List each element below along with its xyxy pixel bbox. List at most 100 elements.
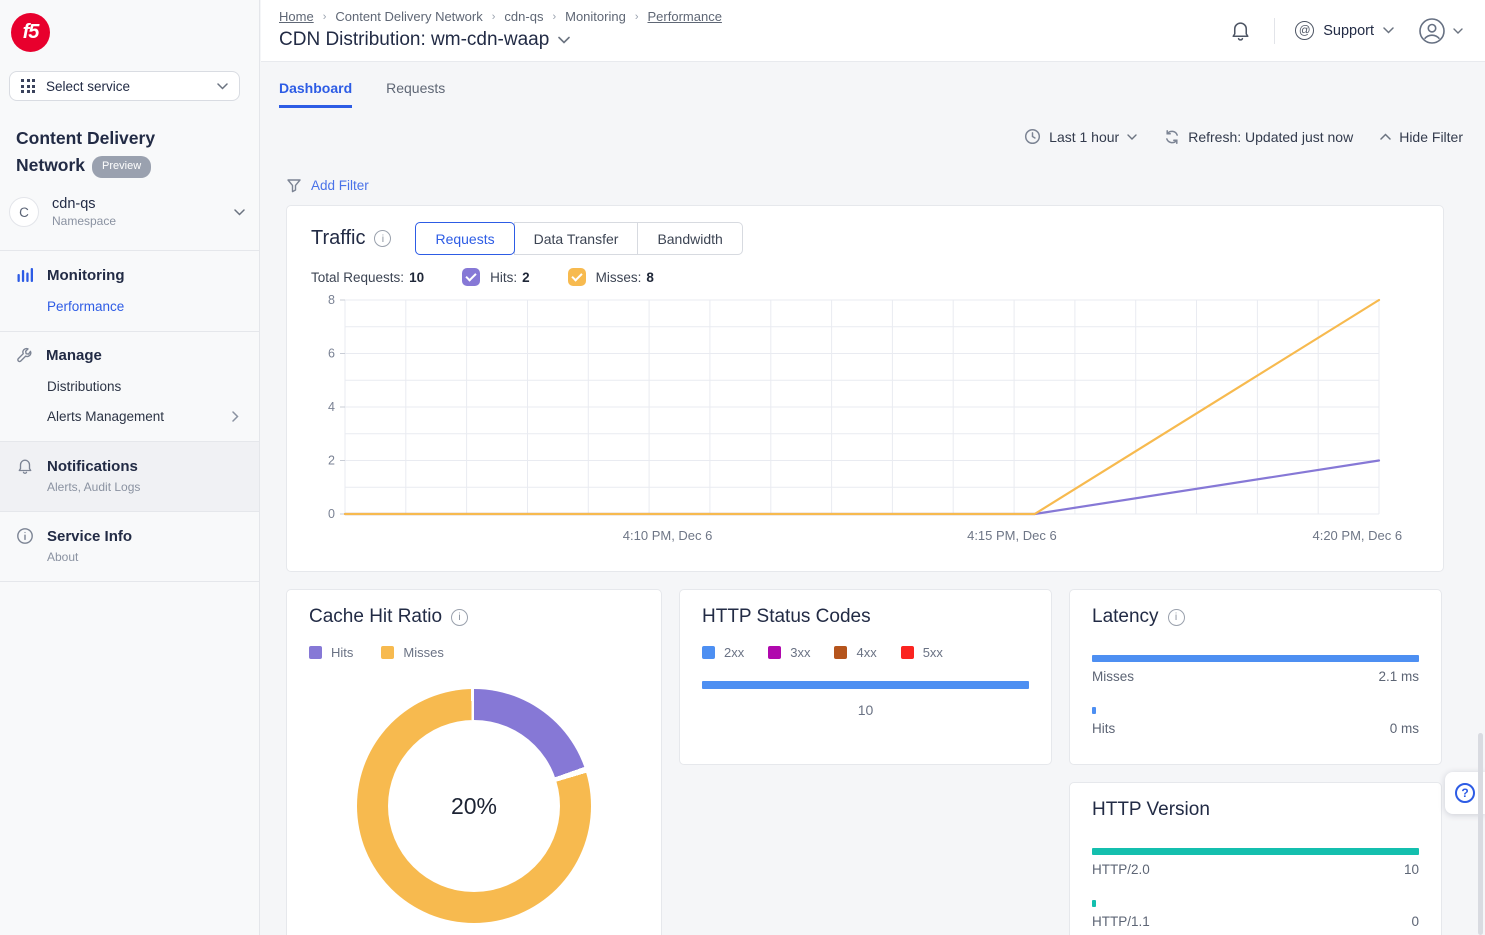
traffic-tab-bandwidth[interactable]: Bandwidth — [637, 222, 742, 255]
question-mark-icon: ? — [1455, 783, 1475, 803]
sidebar-item-distributions[interactable]: Distributions — [47, 379, 243, 394]
cache-hit-ratio-card: Cache Hit Ratio i Hits Misses 20% — [286, 589, 662, 935]
user-menu[interactable] — [1418, 17, 1463, 45]
breadcrumb-namespace[interactable]: cdn-qs — [504, 9, 543, 24]
total-requests-label: Total Requests: — [311, 270, 404, 285]
3xx-swatch — [768, 646, 781, 659]
divider — [0, 581, 259, 582]
page-tabs: Dashboard Requests — [279, 62, 1485, 108]
clock-icon — [1024, 128, 1041, 145]
sidebar-item-performance[interactable]: Performance — [47, 299, 243, 314]
tab-dashboard[interactable]: Dashboard — [279, 80, 352, 108]
wrench-icon — [16, 347, 33, 364]
refresh-button[interactable]: Refresh: Updated just now — [1164, 129, 1353, 145]
http2-label: HTTP/2.0 — [1092, 862, 1150, 877]
avatar-icon — [1418, 17, 1446, 45]
chevron-down-icon — [1453, 28, 1463, 34]
svg-text:6: 6 — [328, 347, 335, 361]
misses-swatch — [381, 646, 394, 659]
topbar-actions: @ Support — [1229, 0, 1463, 61]
5xx-swatch — [901, 646, 914, 659]
http2-row: HTTP/2.0 10 — [1092, 848, 1419, 877]
add-filter-button[interactable]: Add Filter — [286, 178, 406, 193]
sidebar-item-service-info[interactable]: Service Info — [16, 527, 243, 545]
http-status-codes-card: HTTP Status Codes 2xx 3xx 4xx 5xx 10 — [679, 589, 1052, 765]
latency-hits-value: 0 ms — [1390, 721, 1419, 736]
namespace-selector[interactable]: C cdn-qs Namespace — [0, 196, 259, 250]
misses-checkbox[interactable] — [568, 268, 586, 286]
chevron-down-icon — [1383, 27, 1394, 34]
legend-4xx: 4xx — [834, 645, 876, 660]
sidebar-section-service-info: Service Info About — [0, 512, 259, 581]
total-requests-value: 10 — [409, 270, 424, 285]
monitoring-label: Monitoring — [47, 267, 124, 284]
traffic-chart-wrap: 024684:10 PM, Dec 64:15 PM, Dec 64:20 PM… — [311, 292, 1419, 555]
sidebar-section-notifications: Notifications Alerts, Audit Logs — [0, 442, 259, 511]
hits-value: 2 — [522, 270, 530, 285]
f5-logo[interactable]: f5 — [0, 0, 259, 52]
breadcrumb-home[interactable]: Home — [279, 9, 314, 24]
svg-text:4:10 PM, Dec 6: 4:10 PM, Dec 6 — [623, 528, 713, 543]
sidebar: f5 Select service Content Delivery Netwo… — [0, 0, 260, 935]
time-range-dropdown[interactable]: Last 1 hour — [1024, 128, 1137, 145]
sidebar-item-monitoring[interactable]: Monitoring — [16, 266, 243, 284]
legend-5xx: 5xx — [901, 645, 943, 660]
2xx-swatch — [702, 646, 715, 659]
sidebar-item-alerts-management[interactable]: Alerts Management — [47, 409, 243, 424]
support-menu[interactable]: @ Support — [1295, 21, 1394, 40]
traffic-tab-data-transfer[interactable]: Data Transfer — [514, 222, 639, 255]
divider — [1274, 18, 1275, 44]
traffic-tab-requests[interactable]: Requests — [415, 222, 514, 255]
chevron-down-icon — [234, 209, 245, 216]
breadcrumb-cdn[interactable]: Content Delivery Network — [335, 9, 482, 24]
traffic-title: Traffic i — [311, 227, 391, 250]
latency-title: Latency i — [1092, 606, 1419, 628]
select-service-button[interactable]: Select service — [9, 71, 240, 101]
latency-misses-bar — [1092, 655, 1419, 662]
vertical-scrollbar[interactable] — [1478, 733, 1483, 935]
legend-2xx: 2xx — [702, 645, 744, 660]
sidebar-item-notifications[interactable]: Notifications — [16, 457, 243, 475]
hits-checkbox[interactable] — [462, 268, 480, 286]
http-status-codes-title: HTTP Status Codes — [702, 606, 1029, 628]
chevron-down-icon[interactable] — [558, 36, 570, 44]
cache-donut-chart: 20% — [357, 689, 591, 923]
info-icon[interactable]: i — [1168, 609, 1185, 626]
breadcrumb-performance[interactable]: Performance — [648, 9, 722, 24]
info-circle-icon — [16, 527, 34, 545]
bar-chart-icon — [16, 266, 34, 284]
info-icon[interactable]: i — [374, 230, 391, 247]
misses-label: Misses: — [596, 270, 642, 285]
http-version-card: HTTP Version HTTP/2.0 10 HTTP/1.1 0 — [1069, 782, 1442, 935]
http2-value: 10 — [1404, 862, 1419, 877]
preview-badge: Preview — [92, 156, 151, 178]
cache-legend: Hits Misses — [309, 645, 639, 660]
top-header: Home › Content Delivery Network › cdn-qs… — [261, 0, 1485, 62]
status-2xx-bar — [702, 681, 1029, 689]
info-icon[interactable]: i — [451, 609, 468, 626]
svg-text:0: 0 — [328, 507, 335, 521]
breadcrumb-separator: › — [492, 11, 496, 23]
status-legend: 2xx 3xx 4xx 5xx — [702, 645, 1029, 660]
manage-label: Manage — [46, 347, 102, 364]
bell-icon — [1229, 19, 1252, 42]
tab-requests[interactable]: Requests — [386, 80, 445, 108]
hide-filter-toggle[interactable]: Hide Filter — [1380, 129, 1463, 145]
legend-3xx: 3xx — [768, 645, 810, 660]
namespace-type-label: Namespace — [52, 214, 116, 228]
sidebar-section-manage: Manage Distributions Alerts Management — [0, 332, 259, 441]
svg-text:4: 4 — [328, 400, 335, 414]
http11-label: HTTP/1.1 — [1092, 914, 1150, 929]
hits-swatch — [309, 646, 322, 659]
notifications-bell-button[interactable] — [1229, 19, 1252, 42]
svg-text:4:20 PM, Dec 6: 4:20 PM, Dec 6 — [1312, 528, 1402, 543]
f5-logo-icon: f5 — [11, 13, 50, 52]
select-service-label: Select service — [46, 79, 130, 94]
namespace-avatar: C — [9, 197, 39, 227]
hits-label: Hits: — [490, 270, 517, 285]
sidebar-item-manage[interactable]: Manage — [16, 347, 243, 364]
4xx-swatch — [834, 646, 847, 659]
svg-text:2: 2 — [328, 454, 335, 468]
traffic-line-chart: 024684:10 PM, Dec 64:15 PM, Dec 64:20 PM… — [311, 292, 1421, 550]
breadcrumb-monitoring[interactable]: Monitoring — [565, 9, 626, 24]
